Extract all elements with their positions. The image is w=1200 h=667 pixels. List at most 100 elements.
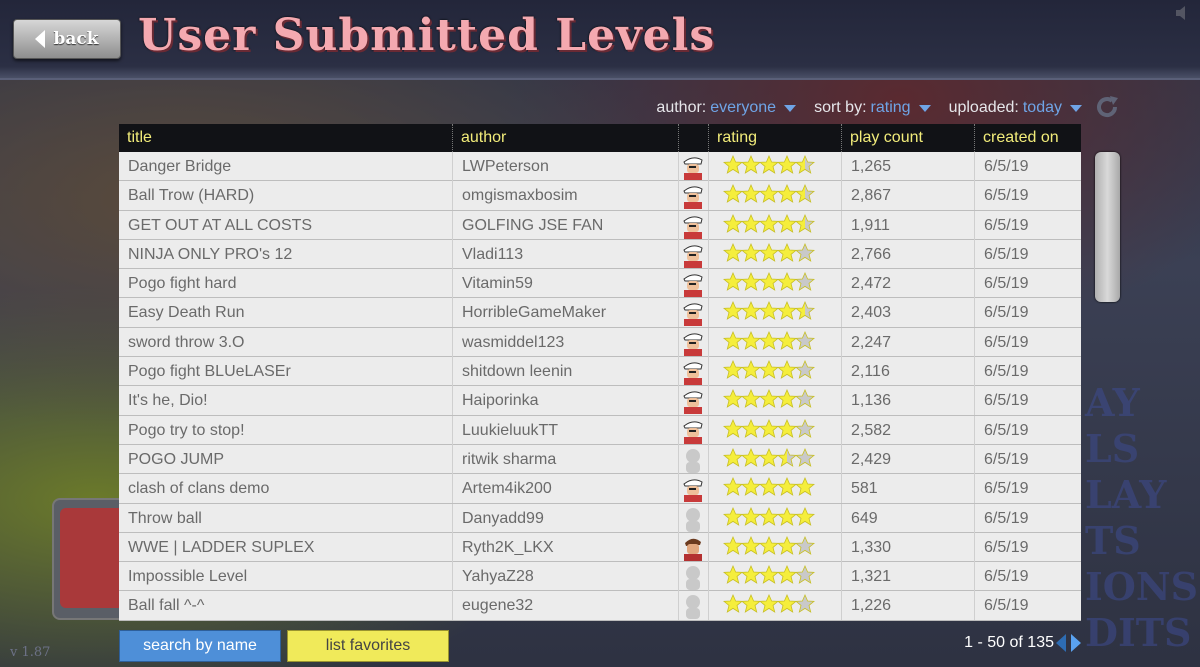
star-icon <box>740 154 762 181</box>
level-play-count: 1,330 <box>841 532 974 562</box>
scrollbar-thumb[interactable] <box>1095 152 1120 302</box>
level-row[interactable]: Impossible Level YahyaZ28 1,321 6/5/19 <box>119 562 1081 592</box>
level-author: wasmiddel123 <box>452 327 678 357</box>
level-author: Haiporinka <box>452 386 678 416</box>
level-play-count: 2,247 <box>841 327 974 357</box>
star-icon <box>758 506 780 533</box>
star-icon <box>776 154 798 181</box>
filter-sort[interactable]: sort by: rating <box>814 98 931 118</box>
filter-author-value: everyone <box>710 99 777 116</box>
star-icon <box>722 565 744 591</box>
star-icon <box>794 184 816 210</box>
column-title[interactable]: title <box>119 124 452 152</box>
star-icon <box>776 184 798 210</box>
author-avatar-icon <box>678 386 708 416</box>
filter-uploaded[interactable]: uploaded: today <box>949 98 1082 118</box>
level-row[interactable]: sword throw 3.O wasmiddel123 2,247 6/5/19 <box>119 327 1081 358</box>
star-icon <box>722 389 744 415</box>
level-title: Throw ball <box>128 509 202 527</box>
version-label: v 1.87 <box>10 645 51 660</box>
star-icon <box>722 360 744 386</box>
level-row[interactable]: POGO JUMP ritwik sharma 2,429 6/5/19 <box>119 444 1081 475</box>
level-author: Danyadd99 <box>452 503 678 533</box>
refresh-icon[interactable] <box>1094 94 1120 120</box>
author-avatar-icon <box>678 415 708 445</box>
level-title: Pogo fight BLUeLASEr <box>128 363 291 381</box>
chevron-down-icon <box>918 104 931 112</box>
star-icon <box>776 213 798 240</box>
search-by-name-button[interactable]: search by name <box>119 630 281 662</box>
level-title: Pogo try to stop! <box>128 421 245 439</box>
level-row[interactable]: Easy Death Run HorribleGameMaker 2,403 6/5/… <box>119 298 1081 328</box>
filter-uploaded-label: uploaded: <box>948 99 1019 116</box>
level-author: Artem4ik200 <box>452 474 678 504</box>
level-play-count: 2,116 <box>841 357 974 387</box>
level-title: POGO JUMP <box>128 450 225 468</box>
level-row[interactable]: NINJA ONLY PRO's 12 Vladi113 2,766 6/5/19 <box>119 239 1081 270</box>
level-row[interactable]: Pogo fight hard Vitamin59 2,472 6/5/19 <box>119 269 1081 299</box>
star-icon <box>794 330 816 357</box>
chevron-down-icon <box>1070 104 1082 112</box>
star-icon <box>722 184 744 210</box>
filter-bar: author: everyone sort by: rating uploade… <box>656 98 1082 118</box>
level-row[interactable]: It's he, Dio! Haiporinka 1,136 6/5/19 <box>119 386 1081 416</box>
star-icon <box>776 389 798 415</box>
level-play-count: 2,429 <box>841 444 974 474</box>
author-avatar-icon <box>678 444 708 474</box>
level-created-on: 6/5/19 <box>974 444 1081 474</box>
level-created-on: 6/5/19 <box>974 532 1081 562</box>
level-row[interactable]: WWE | LADDER SUPLEX Ryth2K_LKX 1,330 6/5/19 <box>119 532 1081 563</box>
column-author[interactable]: author <box>452 124 678 152</box>
level-row[interactable]: clash of clans demo Artem4ik200 581 6/5/19 <box>119 474 1081 504</box>
star-icon <box>776 565 798 591</box>
pagination-text: 1 - 50 of 135 <box>964 634 1054 651</box>
level-author: ritwik sharma <box>452 444 678 474</box>
star-icon <box>722 272 744 298</box>
level-row[interactable]: Danger Bridge LWPeterson 1,265 6/5/19 <box>119 152 1081 182</box>
level-created-on: 6/5/19 <box>974 181 1081 211</box>
sound-icon[interactable] <box>1176 6 1192 20</box>
level-row[interactable]: Ball fall ^-^ eugene32 1,226 6/5/19 <box>119 591 1081 621</box>
author-avatar-icon <box>678 269 708 299</box>
level-rating <box>708 415 841 445</box>
level-title: Easy Death Run <box>128 304 245 322</box>
column-rating[interactable]: rating <box>708 124 841 152</box>
level-row[interactable]: Pogo try to stop! LuukieluukTT 2,582 6/5/19 <box>119 415 1081 445</box>
back-button[interactable]: back <box>13 19 121 59</box>
level-row[interactable]: Ball Trow (HARD) omgismaxbosim 2,867 6/5/19 <box>119 181 1081 211</box>
star-icon <box>794 535 816 562</box>
star-icon <box>776 477 798 503</box>
list-favorites-button[interactable]: list favorites <box>287 630 449 662</box>
level-author: YahyaZ28 <box>452 562 678 592</box>
star-icon <box>758 242 780 269</box>
level-row[interactable]: Pogo fight BLUeLASEr shitdown leenin 2,116… <box>119 357 1081 387</box>
star-icon <box>776 272 798 298</box>
star-icon <box>794 272 816 298</box>
star-icon <box>722 418 744 445</box>
next-page-icon[interactable] <box>1071 634 1081 652</box>
star-icon <box>794 360 816 386</box>
level-play-count: 649 <box>841 503 974 533</box>
star-icon <box>722 242 744 269</box>
star-icon <box>758 360 780 386</box>
prev-page-icon[interactable] <box>1056 634 1066 652</box>
level-row[interactable]: Throw ball Danyadd99 649 6/5/19 <box>119 503 1081 533</box>
column-created-on[interactable]: created on <box>974 124 1081 152</box>
author-avatar-icon <box>678 562 708 592</box>
level-rating <box>708 532 841 562</box>
star-icon <box>758 389 780 415</box>
star-icon <box>758 535 780 562</box>
page-title: User Submitted Levels <box>138 10 716 61</box>
star-icon <box>794 242 816 269</box>
level-created-on: 6/5/19 <box>974 239 1081 269</box>
star-icon <box>776 360 798 386</box>
level-created-on: 6/5/19 <box>974 503 1081 533</box>
level-row[interactable]: GET OUT AT ALL COSTS GOLFING JSE FAN 1,911… <box>119 210 1081 240</box>
star-icon <box>740 242 762 269</box>
level-play-count: 1,226 <box>841 591 974 621</box>
star-icon <box>722 154 744 181</box>
filter-author[interactable]: author: everyone <box>656 98 797 118</box>
star-icon <box>740 477 762 503</box>
star-icon <box>794 213 816 240</box>
column-play-count[interactable]: play count <box>841 124 974 152</box>
